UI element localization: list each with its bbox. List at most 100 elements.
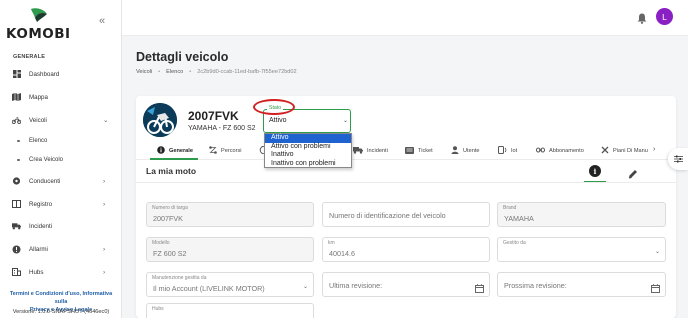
sidebar-subitem-label: Crea Veicolo bbox=[29, 157, 64, 163]
sidebar-item-label: Conducenti bbox=[29, 177, 61, 185]
sidebar-item-label: Allarmi bbox=[29, 245, 48, 253]
section-divider bbox=[136, 182, 676, 183]
sidebar-item-label: Hubs bbox=[29, 268, 44, 276]
modello-field[interactable]: Modello FZ 600 S2 bbox=[146, 237, 314, 262]
book-icon bbox=[12, 200, 21, 208]
tab-ticket[interactable]: Ticket bbox=[405, 145, 433, 157]
tab-label: Generale bbox=[169, 148, 193, 154]
legal-link-line-1[interactable]: Termini e Condizioni d'uso, Informativa … bbox=[3, 290, 119, 306]
sidebar-item-mappa[interactable]: Mappa bbox=[0, 90, 121, 104]
sidebar-item-conducenti[interactable]: Conducenti › bbox=[0, 174, 121, 188]
tab-piani-di-manutenzione[interactable]: Piani Di Manu bbox=[601, 145, 648, 157]
vin-field[interactable]: Numero di identificazione del veicolo bbox=[322, 202, 490, 227]
komobi-logo[interactable]: KOMOBI bbox=[6, 6, 70, 42]
stato-dropdown-list: Attivo Attivo con problemi Inattivo Inat… bbox=[264, 133, 352, 168]
sidebar-item-registro[interactable]: Registro › bbox=[0, 197, 121, 211]
stato-option-attivo[interactable]: Attivo bbox=[265, 134, 351, 143]
km-label: km bbox=[328, 240, 335, 246]
sidebar-item-label: Veicoli bbox=[29, 116, 47, 124]
prossima-revisione-placeholder: Prossima revisione: bbox=[504, 281, 567, 290]
brand-value: YAMAHA bbox=[504, 214, 534, 223]
gestito-da-label: Gestito da bbox=[503, 240, 526, 246]
sidebar-subitem-label: Elenco bbox=[29, 138, 48, 144]
chevron-right-icon[interactable]: › bbox=[653, 146, 655, 153]
top-bar bbox=[122, 0, 688, 36]
breadcrumb-elenco[interactable]: Elenco bbox=[166, 69, 183, 75]
breadcrumb-separator: • bbox=[189, 69, 192, 75]
calendar-icon[interactable] bbox=[651, 280, 660, 298]
sidebar-item-dashboard[interactable]: Dashboard bbox=[0, 67, 121, 81]
tab-abbonamento[interactable]: Abbonamento bbox=[536, 145, 584, 157]
tab-percorsi[interactable]: Percorsi bbox=[209, 145, 242, 157]
truck-icon bbox=[12, 222, 21, 230]
tab-iot[interactable]: Iot bbox=[498, 145, 517, 157]
highlight-annotation bbox=[253, 99, 295, 115]
app-version: Versione: 1.0.0-SNAPSHOT (4646ec0) bbox=[12, 309, 110, 315]
bell-icon[interactable] bbox=[637, 11, 647, 29]
vin-placeholder: Numero di identificazione del veicolo bbox=[329, 211, 446, 220]
brand-label: Brand bbox=[503, 205, 517, 211]
chevron-down-icon: ⌄ bbox=[103, 117, 109, 124]
truck-icon bbox=[353, 146, 363, 156]
page-title: Dettagli veicolo bbox=[136, 50, 229, 64]
info-icon bbox=[157, 146, 165, 156]
breadcrumb: Veicoli • Elenco • 2c2b9d0-ccab-11ed-baf… bbox=[136, 69, 297, 75]
hubs-label: Hubs bbox=[152, 306, 164, 312]
manutenzione-value: Il mio Account (LIVELINK MOTOR) bbox=[153, 284, 265, 293]
tab-label: Incidenti bbox=[367, 148, 388, 154]
calendar-icon[interactable] bbox=[475, 280, 484, 298]
filter-toggle-button[interactable] bbox=[668, 148, 688, 170]
info-icon[interactable]: i bbox=[589, 165, 601, 177]
sidebar-subitem-elenco[interactable]: Elenco bbox=[0, 135, 121, 147]
stato-option-inattivo-con-problemi[interactable]: Inattivo con problemi bbox=[265, 160, 351, 169]
stato-option-attivo-con-problemi[interactable]: Attivo con problemi bbox=[265, 143, 351, 152]
collapse-sidebar-icon[interactable]: « bbox=[99, 15, 105, 27]
chevron-right-icon: › bbox=[103, 177, 106, 185]
tab-label: Iot bbox=[511, 148, 518, 154]
driver-icon bbox=[12, 177, 21, 185]
tab-label: Ticket bbox=[418, 148, 433, 154]
user-avatar[interactable]: L bbox=[656, 8, 673, 25]
manutenzione-label: Manutenzione gestita da bbox=[152, 275, 207, 281]
map-icon bbox=[12, 93, 21, 101]
prossima-revisione-field[interactable]: Prossima revisione: bbox=[497, 272, 666, 297]
alert-icon bbox=[12, 245, 21, 253]
breadcrumb-veicoli[interactable]: Veicoli bbox=[136, 69, 152, 75]
manutenzione-select[interactable]: Manutenzione gestita da Il mio Account (… bbox=[146, 272, 314, 297]
chevron-right-icon: › bbox=[103, 245, 106, 253]
tab-utente[interactable]: Utente bbox=[451, 145, 479, 157]
wrench-icon bbox=[601, 146, 609, 156]
vehicle-plate: 2007FVK bbox=[188, 109, 239, 123]
vehicle-avatar bbox=[143, 103, 177, 137]
tab-generale[interactable]: Generale bbox=[157, 145, 193, 157]
ultima-revisione-field[interactable]: Ultima revisione: bbox=[322, 272, 490, 297]
ticket-icon bbox=[405, 146, 414, 156]
hubs-field[interactable]: Hubs bbox=[146, 303, 314, 318]
vehicle-model: YAMAHA - FZ 600 S2 bbox=[188, 125, 256, 132]
bullet-icon bbox=[17, 158, 20, 162]
targa-field[interactable]: Numero di targa 2007FVK bbox=[146, 202, 314, 227]
sidebar-subitem-crea-veicolo[interactable]: Crea Veicolo bbox=[0, 154, 121, 166]
user-icon bbox=[451, 146, 459, 156]
active-tab-indicator bbox=[150, 158, 198, 160]
sliders-icon bbox=[673, 150, 683, 168]
sidebar-item-incidenti[interactable]: Incidenti bbox=[0, 219, 121, 233]
km-field[interactable]: km 40014.6 bbox=[322, 237, 490, 262]
sidebar-item-label: Incidenti bbox=[29, 222, 53, 230]
tab-label: Percorsi bbox=[221, 148, 242, 154]
building-icon bbox=[12, 268, 21, 276]
sidebar-item-label: Dashboard bbox=[29, 70, 60, 78]
tab-incidenti[interactable]: Incidenti bbox=[353, 145, 388, 157]
stato-option-inattivo[interactable]: Inattivo bbox=[265, 151, 351, 160]
chevron-right-icon: › bbox=[103, 200, 106, 208]
brand-field[interactable]: Brand YAMAHA bbox=[497, 202, 666, 227]
sidebar-item-allarmi[interactable]: Allarmi › bbox=[0, 242, 121, 256]
breadcrumb-separator: • bbox=[158, 69, 161, 75]
sidebar-item-label: Mappa bbox=[29, 93, 48, 101]
gestito-da-select[interactable]: Gestito da ⌄ bbox=[497, 237, 666, 262]
leaf-logo-icon bbox=[31, 8, 47, 22]
sidebar-item-hubs[interactable]: Hubs › bbox=[0, 265, 121, 279]
link-icon bbox=[536, 147, 545, 155]
sidebar-item-veicoli[interactable]: Veicoli ⌄ bbox=[0, 113, 121, 127]
sidebar-section-title: GENERALE bbox=[13, 54, 46, 60]
